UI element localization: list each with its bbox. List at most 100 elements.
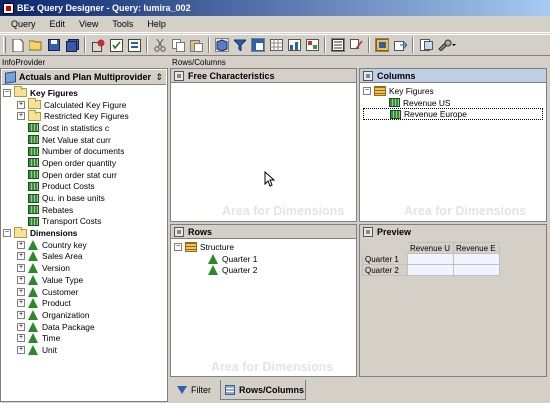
- documents-icon[interactable]: [375, 38, 389, 52]
- expand-icon[interactable]: +: [17, 299, 25, 308]
- rows-columns-icon[interactable]: [251, 38, 265, 52]
- tree-node-dimension[interactable]: + Time: [3, 332, 167, 344]
- tree-node-key-figure[interactable]: Open order stat curr: [3, 169, 167, 181]
- tree-node-label: Time: [42, 333, 61, 344]
- cut-icon[interactable]: [153, 38, 167, 52]
- save-icon[interactable]: [47, 38, 61, 52]
- tree-node-dimension[interactable]: + Organization: [3, 309, 167, 321]
- tree-node-key-figure[interactable]: Open order quantity: [3, 157, 167, 169]
- tree-node-key-figure[interactable]: Qu. in base units: [3, 192, 167, 204]
- free-characteristics-pane[interactable]: Free Characteristics Area for Dimensions: [170, 68, 357, 222]
- copy-icon[interactable]: [171, 38, 185, 52]
- tree-node-key-figures[interactable]: − Key Figures: [3, 86, 167, 99]
- expand-icon[interactable]: +: [17, 275, 25, 284]
- grid-row-header: Quarter 2: [362, 264, 408, 276]
- columns-node-key-figures[interactable]: − Key Figures: [363, 85, 545, 97]
- menu-help[interactable]: Help: [140, 19, 173, 29]
- sap-protocol-icon[interactable]: [331, 38, 345, 52]
- expand-icon[interactable]: +: [17, 322, 25, 331]
- rows-node-structure[interactable]: − Structure: [174, 241, 354, 253]
- conditions-icon[interactable]: [287, 38, 301, 52]
- expand-icon[interactable]: +: [17, 287, 25, 296]
- expand-icon[interactable]: +: [17, 112, 25, 121]
- tab-rows-columns[interactable]: Rows/Columns: [220, 380, 306, 400]
- tree-node-key-figure[interactable]: Product Costs: [3, 181, 167, 193]
- columns-item-revenue-us[interactable]: Revenue US: [363, 97, 545, 109]
- columns-pane[interactable]: Columns − Key Figures Revenue US Revenue…: [359, 68, 547, 222]
- tree-node-label: Transport Costs: [42, 216, 102, 227]
- tree-node-key-figure[interactable]: Number of documents: [3, 145, 167, 157]
- tree-node-key-figure[interactable]: + Restricted Key Figures: [3, 109, 167, 122]
- tree-node-label: Revenue Europe: [404, 109, 467, 120]
- execute-icon[interactable]: [91, 38, 105, 52]
- tree-node-dimension[interactable]: + Sales Area: [3, 251, 167, 263]
- tree-node-dimension[interactable]: + Unit: [3, 344, 167, 356]
- tree-node-key-figure[interactable]: Transport Costs: [3, 216, 167, 228]
- tasks-icon[interactable]: [349, 38, 363, 52]
- save-all-icon[interactable]: [65, 38, 79, 52]
- collapse-chevron-icon[interactable]: ⇕: [155, 72, 163, 83]
- tree-node-label: Customer: [42, 286, 79, 297]
- tree-node-key-figure[interactable]: Net Value stat curr: [3, 134, 167, 146]
- exceptions-icon[interactable]: [305, 38, 319, 52]
- expand-icon[interactable]: +: [17, 252, 25, 261]
- tree-node-dimension[interactable]: + Data Package: [3, 321, 167, 333]
- open-icon[interactable]: [29, 38, 43, 52]
- tree-node-key-figure[interactable]: Cost in statistics c: [3, 122, 167, 134]
- tree-node-label: Dimensions: [30, 228, 78, 239]
- infoprovider-title-bar[interactable]: Actuals and Plan Multiprovider ⇕: [2, 70, 166, 85]
- settings-icon[interactable]: [437, 38, 457, 52]
- infoprovider-header: InfoProvider: [0, 58, 168, 68]
- expand-icon[interactable]: +: [17, 334, 25, 343]
- where-used-icon[interactable]: [393, 38, 407, 52]
- menu-query[interactable]: Query: [4, 19, 43, 29]
- properties-icon[interactable]: [127, 38, 141, 52]
- toolbar-grip[interactable]: [3, 37, 6, 53]
- dimension-icon: [28, 321, 39, 332]
- tree-node-dimension[interactable]: + Version: [3, 262, 167, 274]
- tab-filter[interactable]: Filter: [173, 381, 219, 399]
- expand-icon[interactable]: +: [17, 100, 25, 109]
- collapse-icon[interactable]: −: [3, 88, 11, 97]
- rows-item-quarter-1[interactable]: Quarter 1: [174, 253, 354, 265]
- tree-node-dimension[interactable]: + Country key: [3, 239, 167, 251]
- tree-node-key-figure[interactable]: + Calculated Key Figure: [3, 98, 167, 111]
- toolbar-separator: [146, 37, 148, 53]
- menu-view[interactable]: View: [72, 19, 105, 29]
- tree-node-dimension[interactable]: + Value Type: [3, 274, 167, 286]
- rows-columns-icon: [225, 384, 235, 395]
- tree-node-label: Quarter 2: [222, 265, 258, 276]
- columns-item-revenue-europe[interactable]: Revenue Europe: [363, 108, 543, 121]
- exit-icon[interactable]: [419, 38, 433, 52]
- tree-node-dimension[interactable]: + Product: [3, 297, 167, 309]
- new-icon[interactable]: [11, 38, 25, 52]
- collapse-icon[interactable]: −: [363, 86, 371, 95]
- expand-icon[interactable]: +: [17, 264, 25, 273]
- tree-node-dimensions[interactable]: − Dimensions: [3, 226, 167, 239]
- rows-pane[interactable]: Rows − Structure Quarter 1 Quarter 2 Are…: [170, 224, 357, 377]
- menu-tools[interactable]: Tools: [105, 19, 140, 29]
- grid-cell: [407, 264, 454, 276]
- drop-area-watermark: Area for Dimensions: [211, 360, 334, 374]
- collapse-icon[interactable]: −: [174, 242, 182, 251]
- tree-node-key-figure[interactable]: Rebates: [3, 204, 167, 216]
- infoprovider-icon[interactable]: [215, 38, 229, 52]
- key-figure-icon: [28, 123, 39, 133]
- tree-node-dimension[interactable]: + Customer: [3, 286, 167, 298]
- collapse-icon[interactable]: −: [3, 229, 11, 238]
- expand-icon[interactable]: +: [17, 345, 25, 354]
- paste-icon[interactable]: [189, 38, 203, 52]
- expand-icon[interactable]: +: [17, 240, 25, 249]
- preview-icon: [363, 227, 373, 237]
- rows-title: Rows: [188, 226, 213, 237]
- cells-icon[interactable]: [269, 38, 283, 52]
- infoprovider-title: Actuals and Plan Multiprovider: [19, 72, 152, 82]
- filter-icon[interactable]: [233, 38, 247, 52]
- toolbar-separator: [208, 37, 210, 53]
- tree-node-label: Rebates: [42, 204, 74, 215]
- bottom-tabs: Filter Rows/Columns: [170, 379, 550, 403]
- menu-edit[interactable]: Edit: [43, 19, 73, 29]
- rows-item-quarter-2[interactable]: Quarter 2: [174, 264, 354, 276]
- expand-icon[interactable]: +: [17, 310, 25, 319]
- check-icon[interactable]: [109, 38, 123, 52]
